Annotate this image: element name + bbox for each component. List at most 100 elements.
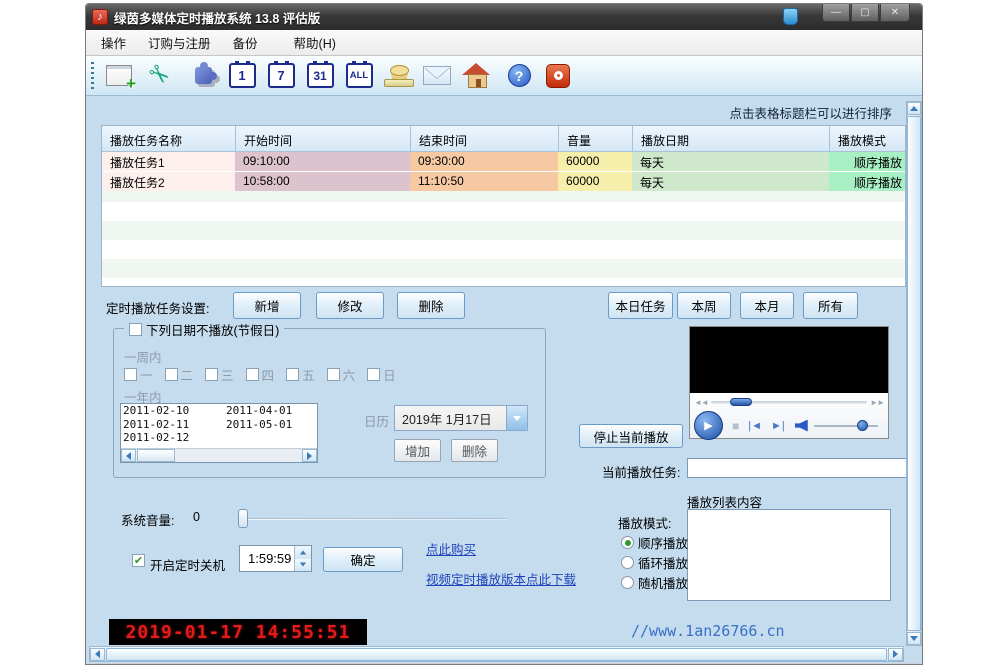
- col-header-play-mode[interactable]: 播放模式: [829, 126, 905, 151]
- add-date-button[interactable]: 增加: [394, 439, 441, 462]
- radio-sequential[interactable]: 顺序播放: [621, 533, 688, 552]
- filter-month-button[interactable]: 本月: [740, 292, 794, 319]
- settings-button[interactable]: [186, 60, 220, 92]
- scroll-right-icon[interactable]: [302, 449, 317, 462]
- listbox-hscrollbar[interactable]: [121, 448, 317, 462]
- col-header-start-time[interactable]: 开始时间: [235, 126, 410, 151]
- weekday-checkbox[interactable]: [367, 368, 380, 381]
- seek-back-icon[interactable]: ◄◄: [694, 398, 708, 407]
- horizontal-scrollbar[interactable]: [89, 646, 904, 662]
- col-header-play-date[interactable]: 播放日期: [632, 126, 829, 151]
- next-button[interactable]: ►|: [771, 420, 785, 432]
- vertical-scrollbar[interactable]: [906, 101, 922, 646]
- app-window: ♪ 绿茵多媒体定时播放系统 13.8 评估版 — ▢ ✕ 操作 订购与注册 备份…: [85, 3, 923, 665]
- menu-backup[interactable]: 备份: [222, 29, 269, 56]
- volume-track[interactable]: [814, 425, 878, 427]
- radio-loop[interactable]: 循环播放: [621, 553, 688, 572]
- chevron-down-icon[interactable]: [506, 406, 527, 430]
- spin-down-icon[interactable]: [295, 559, 311, 572]
- cut-button[interactable]: ✂: [141, 60, 175, 92]
- weekday-label: 二: [181, 365, 194, 384]
- maximize-button[interactable]: ▢: [851, 4, 879, 22]
- playlist-box[interactable]: [687, 509, 891, 601]
- play-button[interactable]: ▶: [694, 411, 723, 440]
- delete-date-button[interactable]: 删除: [451, 439, 498, 462]
- holiday-date[interactable]: 2011-02-12: [123, 431, 226, 445]
- filter-today-button[interactable]: 本日任务: [608, 292, 673, 319]
- menu-purchase-register[interactable]: 订购与注册: [137, 29, 222, 56]
- table-row[interactable]: 播放任务1 09:10:00 09:30:00 60000 每天 顺序播放: [102, 152, 905, 171]
- col-header-task-name[interactable]: 播放任务名称: [102, 126, 235, 151]
- day-view-button[interactable]: 1: [225, 60, 259, 92]
- current-task-field[interactable]: [687, 458, 907, 478]
- shutdown-time-spinner[interactable]: 1:59:59: [239, 545, 312, 572]
- horizontal-scroll-thumb[interactable]: [106, 648, 887, 661]
- holiday-date[interactable]: 2011-02-11: [123, 418, 226, 432]
- table-row[interactable]: 播放任务2 10:58:00 11:10:50 60000 每天 顺序播放: [102, 172, 905, 191]
- weekday-label: 四: [262, 365, 275, 384]
- weekday-checkbox[interactable]: [165, 368, 178, 381]
- holiday-date[interactable]: 2011-04-01: [226, 404, 292, 418]
- minimize-button[interactable]: —: [822, 4, 850, 22]
- scroll-thumb[interactable]: [137, 449, 175, 462]
- add-task-button[interactable]: 新增: [233, 292, 301, 319]
- stop-button[interactable]: ■: [732, 419, 739, 433]
- volume-handle[interactable]: [857, 420, 868, 431]
- all-view-button[interactable]: ALL: [342, 60, 376, 92]
- modify-task-button[interactable]: 修改: [316, 292, 384, 319]
- col-header-end-time[interactable]: 结束时间: [410, 126, 558, 151]
- speaker-icon[interactable]: [795, 420, 808, 432]
- download-link[interactable]: 视频定时播放版本点此下载: [426, 569, 576, 588]
- filter-all-button[interactable]: 所有: [803, 292, 858, 319]
- shutdown-checkbox[interactable]: ✔: [132, 554, 145, 567]
- scroll-up-icon[interactable]: [907, 102, 921, 115]
- stop-current-button[interactable]: 停止当前播放: [579, 424, 683, 448]
- weekday-checkbox[interactable]: [124, 368, 137, 381]
- toolbar-grip: [91, 62, 94, 89]
- window-title: 绿茵多媒体定时播放系统 13.8 评估版: [114, 8, 320, 27]
- previous-button[interactable]: |◄: [748, 420, 762, 432]
- close-button[interactable]: ✕: [880, 4, 910, 22]
- menu-help[interactable]: 帮助(H): [283, 29, 347, 56]
- purchase-button[interactable]: [381, 60, 415, 92]
- holiday-dates-listbox[interactable]: 2011-02-102011-04-01 2011-02-112011-05-0…: [120, 403, 318, 463]
- help-button[interactable]: ?: [502, 60, 536, 92]
- new-task-button[interactable]: +: [102, 60, 136, 92]
- delete-task-button[interactable]: 删除: [397, 292, 465, 319]
- radio-label: 随机播放: [638, 573, 688, 592]
- weekday-checkbox[interactable]: [286, 368, 299, 381]
- holiday-checkbox[interactable]: [129, 323, 142, 336]
- radio-random[interactable]: 随机播放: [621, 573, 688, 592]
- system-volume-handle[interactable]: [238, 509, 248, 528]
- vertical-scroll-thumb[interactable]: [907, 116, 921, 631]
- website-text[interactable]: //www.1an26766.cn: [631, 622, 785, 640]
- month-view-button[interactable]: 31: [303, 60, 337, 92]
- menu-operate[interactable]: 操作: [90, 29, 137, 56]
- calendar-dropdown[interactable]: 2019年 1月17日: [394, 405, 528, 431]
- confirm-button[interactable]: 确定: [323, 547, 403, 572]
- buy-link[interactable]: 点此购买: [426, 539, 476, 558]
- scroll-left-icon[interactable]: [90, 648, 105, 661]
- scroll-right-icon[interactable]: [888, 648, 903, 661]
- system-volume-track[interactable]: [241, 518, 506, 520]
- weekday-checkbox[interactable]: [246, 368, 259, 381]
- seek-forward-icon[interactable]: ►►: [870, 398, 884, 407]
- radio-label: 循环播放: [638, 553, 688, 572]
- exit-button[interactable]: [541, 60, 575, 92]
- seek-track[interactable]: [711, 401, 867, 404]
- scroll-left-icon[interactable]: [121, 449, 136, 462]
- weekday-checkbox[interactable]: [205, 368, 218, 381]
- weekday-checkbox[interactable]: [327, 368, 340, 381]
- mail-button[interactable]: [420, 60, 454, 92]
- spin-up-icon[interactable]: [295, 546, 311, 559]
- home-icon: [461, 63, 491, 89]
- skin-shirt-icon[interactable]: [783, 8, 798, 25]
- week-view-button[interactable]: 7: [264, 60, 298, 92]
- holiday-date[interactable]: 2011-05-01: [226, 418, 292, 432]
- holiday-date[interactable]: 2011-02-10: [123, 404, 226, 418]
- scroll-down-icon[interactable]: [907, 632, 921, 645]
- seek-handle[interactable]: [730, 398, 752, 406]
- filter-week-button[interactable]: 本周: [677, 292, 731, 319]
- homepage-button[interactable]: [459, 60, 493, 92]
- col-header-volume[interactable]: 音量: [558, 126, 632, 151]
